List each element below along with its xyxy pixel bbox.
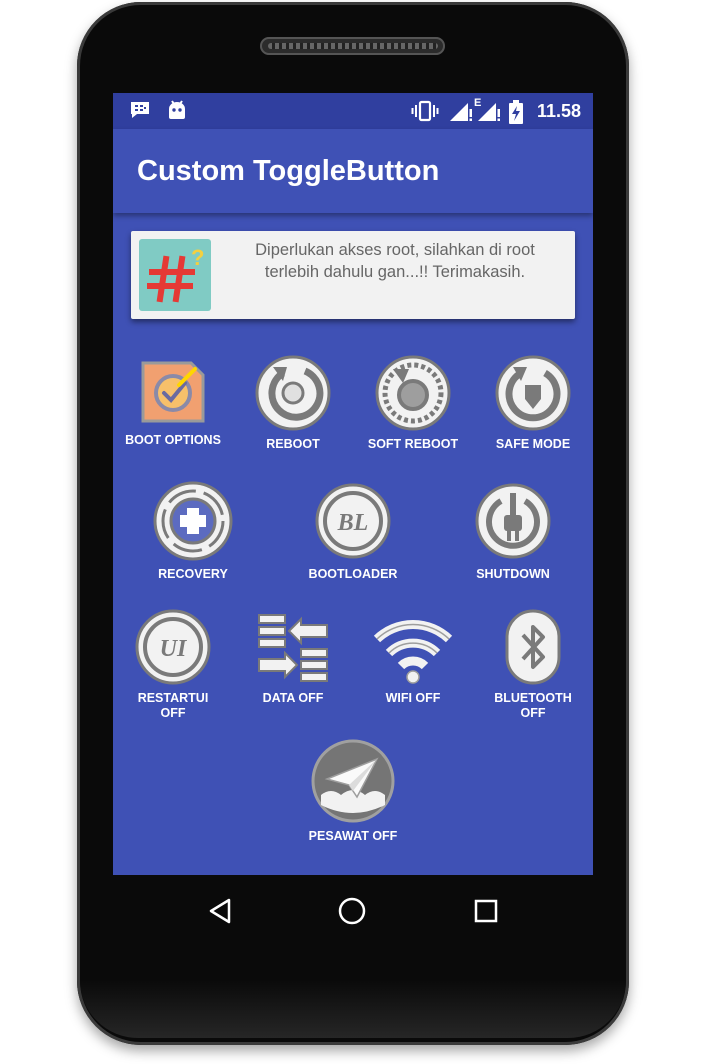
signal-icon [450,103,472,121]
boot-options-label: BOOT OPTIONS [125,433,221,447]
boot-options-button[interactable]: BOOT OPTIONS [113,355,233,448]
restart-ui-icon: UI [135,609,211,685]
restart-ui-button[interactable]: UI RESTARTUI OFF [113,609,233,721]
power-plug-icon [475,483,551,559]
home-icon[interactable] [337,896,367,926]
wifi-label: WIFI OFF [385,691,441,705]
bluetooth-label-line1: BLUETOOTH [494,691,572,705]
bootloader-icon-text: BL [337,510,369,536]
svg-text:?: ? [191,245,204,270]
shutdown-button[interactable]: SHUTDOWN [453,481,573,582]
status-time: 11.58 [536,101,581,121]
bluetooth-label: BLUETOOTH OFF [473,691,593,721]
recovery-icon [153,481,233,561]
recents-icon[interactable] [473,898,499,924]
bootloader-label: BOOTLOADER [308,567,398,581]
android-icon [169,100,185,119]
data-transfer-icon [258,614,328,682]
reboot-label: REBOOT [266,437,320,451]
airplane-toggle-button[interactable]: PESAWAT OFF [293,739,413,844]
page-title: Custom ToggleButton [137,155,440,187]
bluetooth-label-line2: OFF [520,706,546,720]
bootloader-button[interactable]: BL BOOTLOADER [293,481,413,582]
restart-ui-label-line2: OFF [160,706,186,720]
bbm-icon [131,102,149,118]
root-notice-card: ? Diperlukan akses root, silahkan di roo… [131,231,575,319]
bootloader-icon: BL [315,483,391,559]
back-icon[interactable] [207,897,233,925]
shutdown-label: SHUTDOWN [476,567,550,581]
soft-reboot-label: SOFT REBOOT [367,437,459,451]
wifi-toggle-button[interactable]: WIFI OFF [353,609,473,706]
phone-chin [80,980,626,1038]
recovery-label: RECOVERY [158,567,228,581]
signal-icon [478,103,500,121]
safe-mode-button[interactable]: SAFE MODE [473,355,593,452]
boot-options-icon [141,361,205,423]
soft-reboot-button[interactable]: SOFT REBOOT [353,355,473,452]
recovery-button[interactable]: RECOVERY [133,481,253,582]
restart-ui-label: RESTARTUI OFF [113,691,233,721]
safe-mode-icon [495,355,571,431]
data-label: DATA OFF [262,691,324,705]
reboot-icon [255,355,331,431]
bluetooth-toggle-button[interactable]: BLUETOOTH OFF [473,609,593,721]
restart-ui-label-line1: RESTARTUI [137,691,209,705]
hash-question-icon: ? [139,239,211,311]
navigation-bar [113,875,593,947]
vibrate-icon [411,100,439,122]
wifi-icon [373,620,453,684]
airplane-label: PESAWAT OFF [308,829,398,843]
restart-ui-icon-text: UI [160,636,188,662]
speaker-grille [268,43,438,49]
app-bar: Custom ToggleButton [113,129,593,213]
safe-mode-label: SAFE MODE [495,437,571,451]
soft-reboot-icon [375,355,451,431]
battery-charging-icon [509,100,523,124]
reboot-button[interactable]: REBOOT [233,355,353,452]
data-toggle-button[interactable]: DATA OFF [233,609,353,706]
status-bar: E 11.58 [113,93,593,129]
paper-plane-icon [311,739,395,823]
screen: E 11.58 Custom ToggleButton ? Diperlukan [113,93,593,875]
bluetooth-icon [505,609,561,685]
root-notice-message: Diperlukan akses root, silahkan di root … [255,241,535,281]
